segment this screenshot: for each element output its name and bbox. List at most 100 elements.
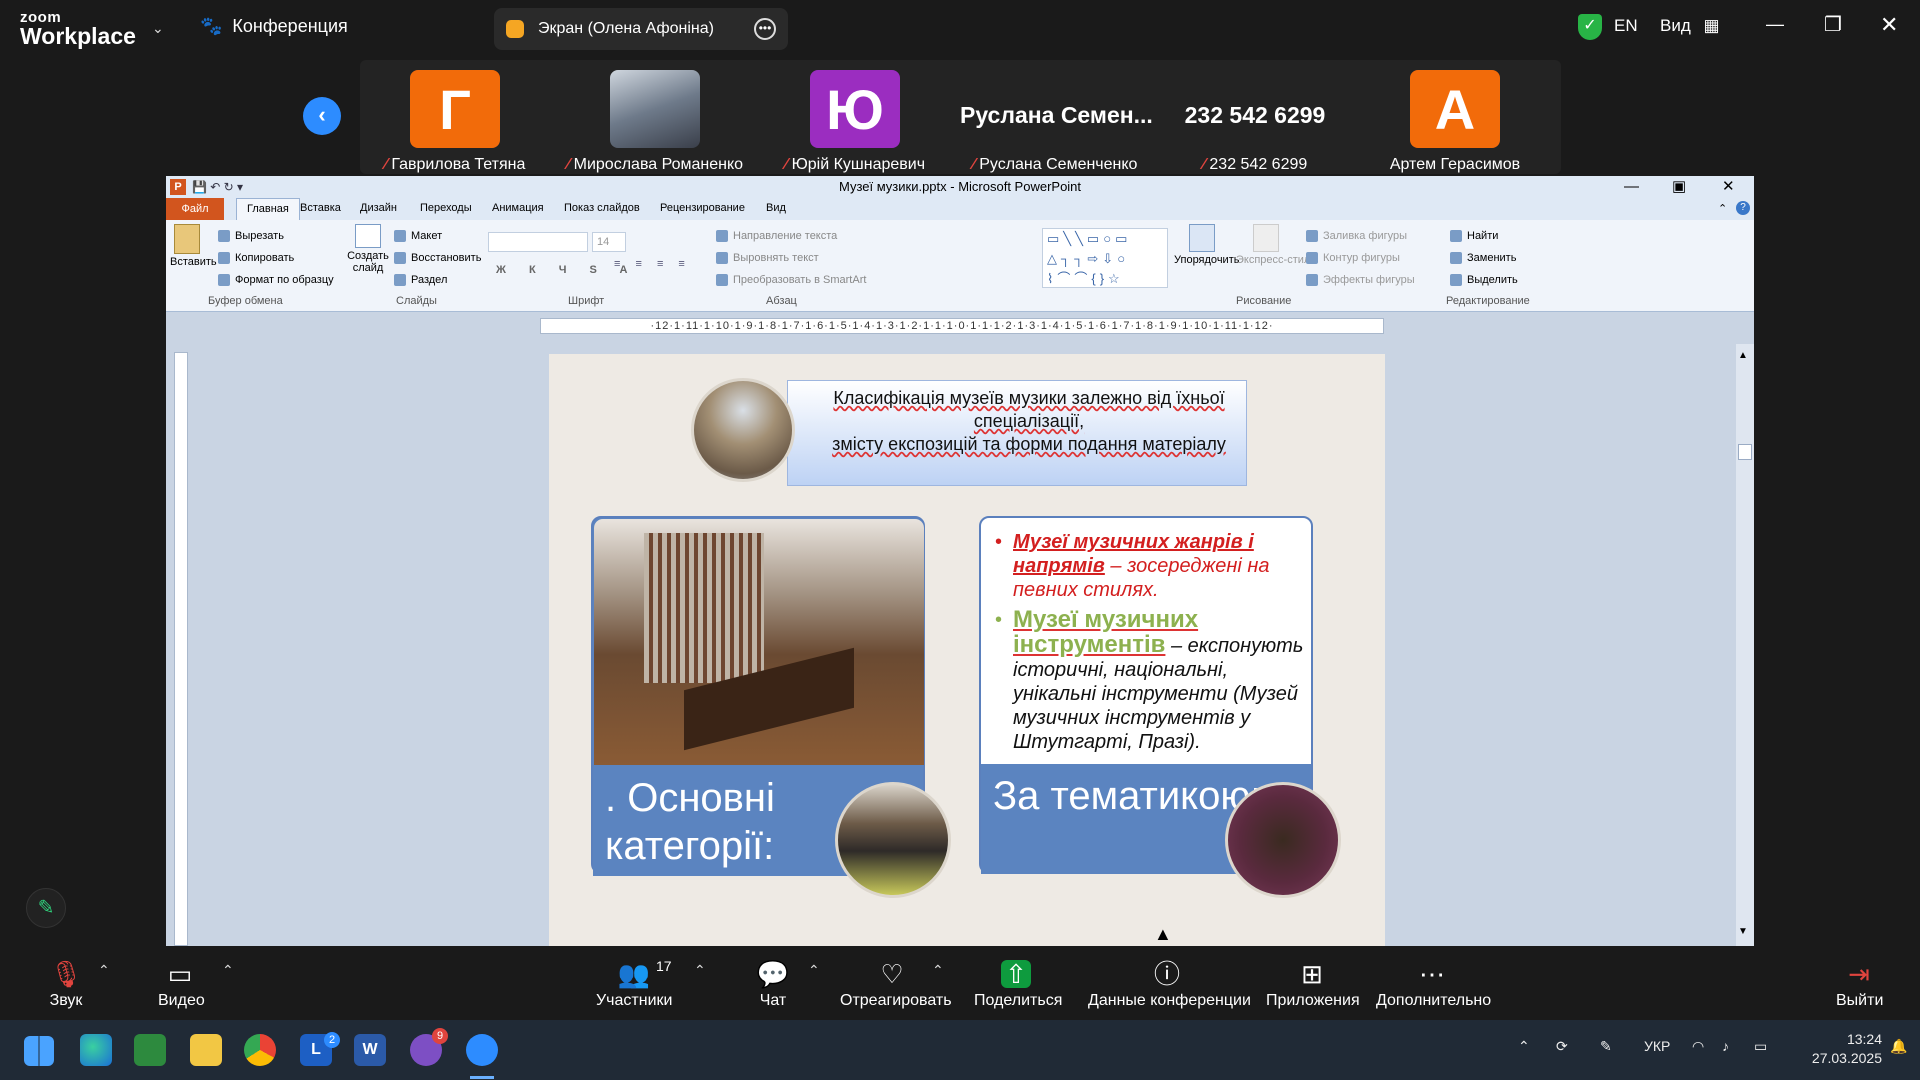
audio-button[interactable]: 🎙 Звук bbox=[44, 960, 88, 1010]
participant-name: Гаврилова Тетяна bbox=[391, 156, 526, 173]
input-language[interactable]: УКР bbox=[1644, 1038, 1670, 1054]
tab-review[interactable]: Рецензирование bbox=[660, 202, 745, 214]
slide-title-box[interactable]: Класифікація музеїв музики залежно від ї… bbox=[787, 380, 1247, 486]
tab-design[interactable]: Дизайн bbox=[360, 202, 397, 214]
binoculars-icon bbox=[1450, 230, 1462, 243]
zoom-app-icon[interactable] bbox=[466, 1034, 498, 1066]
volume-icon[interactable]: ♪ bbox=[1722, 1038, 1729, 1054]
muted-mic-icon: ⁄ bbox=[1202, 156, 1206, 173]
arrange-button[interactable]: Упорядочить bbox=[1174, 224, 1239, 266]
participant-tile[interactable]: Г ⁄ Гаврилова Тетяна bbox=[360, 70, 550, 173]
notifications-icon[interactable]: 🔔 bbox=[1890, 1038, 1907, 1055]
ribbon-collapse-icon[interactable]: ⌃ bbox=[1718, 202, 1727, 215]
annotate-pen-icon[interactable]: ✎ bbox=[26, 888, 66, 928]
tray-overflow-icon[interactable]: ⌃ bbox=[1518, 1038, 1530, 1055]
paste-button[interactable]: Вставить bbox=[170, 224, 217, 268]
ppt-close-icon[interactable]: ✕ bbox=[1722, 176, 1735, 198]
layout-button[interactable]: Макет bbox=[394, 230, 442, 243]
tab-file[interactable]: Файл bbox=[166, 198, 224, 220]
minimize-icon[interactable]: — bbox=[1766, 14, 1784, 35]
replace-label: Заменить bbox=[1467, 252, 1517, 264]
font-name-field[interactable] bbox=[488, 232, 588, 252]
tab-transitions[interactable]: Переходы bbox=[420, 202, 472, 214]
scroll-down-icon[interactable]: ▼ bbox=[1738, 926, 1748, 937]
reset-button[interactable]: Восстановить bbox=[394, 252, 481, 265]
battery-icon[interactable]: ▭ bbox=[1754, 1038, 1767, 1055]
edge-browser-icon[interactable] bbox=[80, 1034, 112, 1066]
wifi-icon[interactable]: ◠ bbox=[1692, 1038, 1704, 1055]
participants-caret-icon[interactable]: ⌃ bbox=[694, 962, 706, 979]
file-explorer-icon[interactable] bbox=[190, 1034, 222, 1066]
audio-options-caret-icon[interactable]: ⌃ bbox=[98, 962, 110, 979]
sync-icon[interactable]: ⟳ bbox=[1556, 1038, 1568, 1055]
participant-tile[interactable]: 232 542 6299 ⁄ 232 542 6299 bbox=[1160, 70, 1350, 173]
format-painter-button[interactable]: Формат по образцу bbox=[218, 274, 334, 287]
react-caret-icon[interactable]: ⌃ bbox=[932, 962, 944, 979]
video-options-caret-icon[interactable]: ⌃ bbox=[222, 962, 234, 979]
paste-label: Вставить bbox=[170, 256, 217, 268]
tab-home[interactable]: Главная bbox=[236, 198, 300, 221]
scroll-up-icon[interactable]: ▲ bbox=[1738, 350, 1748, 361]
shield-icon[interactable]: ✓ bbox=[1578, 14, 1602, 40]
scrollbar-thumb[interactable] bbox=[1738, 444, 1752, 460]
shape-outline-button[interactable]: Контур фигуры bbox=[1306, 252, 1400, 265]
paragraph-align-buttons[interactable]: ≡ ≡ ≡ ≡ bbox=[614, 258, 691, 270]
meeting-info-button[interactable]: ⓘ Данные конференции bbox=[1088, 960, 1251, 1010]
participant-tile[interactable]: Ю ⁄ Юрій Кушнаревич bbox=[760, 70, 950, 173]
new-slide-button[interactable]: Создать слайд bbox=[346, 224, 390, 274]
tab-animation[interactable]: Анимация bbox=[492, 202, 544, 214]
participant-tile[interactable]: Руслана Семен... ⁄ Руслана Семенченко bbox=[960, 70, 1153, 173]
shape-fill-button[interactable]: Заливка фигуры bbox=[1306, 230, 1407, 243]
select-button[interactable]: Выделить bbox=[1450, 274, 1518, 287]
photo-app-icon[interactable] bbox=[134, 1034, 166, 1066]
share-button[interactable]: ⇧ Поделиться bbox=[974, 960, 1062, 1010]
video-button[interactable]: ▭ Видео bbox=[158, 960, 205, 1010]
chevron-down-icon[interactable]: ⌄ bbox=[152, 20, 164, 37]
paste-icon bbox=[174, 224, 200, 254]
pen-tray-icon[interactable]: ✎ bbox=[1600, 1038, 1612, 1055]
windows-start-icon[interactable] bbox=[24, 1036, 54, 1066]
section-button[interactable]: Раздел bbox=[394, 274, 447, 287]
copy-button[interactable]: Копировать bbox=[218, 252, 294, 265]
shape-effects-button[interactable]: Эффекты фигуры bbox=[1306, 274, 1415, 287]
participant-tile[interactable]: ⁄ Мирослава Романенко bbox=[560, 70, 750, 173]
smartart-button[interactable]: Преобразовать в SmartArt bbox=[716, 274, 866, 287]
chat-button[interactable]: 💬 Чат bbox=[756, 960, 790, 1010]
cut-button[interactable]: Вырезать bbox=[218, 230, 284, 243]
quick-access-icons[interactable]: 💾 ↶ ↻ ▾ bbox=[192, 176, 243, 198]
tab-view[interactable]: Вид bbox=[766, 202, 786, 214]
language-indicator[interactable]: EN bbox=[1614, 16, 1638, 36]
previous-page-button[interactable]: ‹ bbox=[303, 97, 341, 135]
word-icon[interactable]: W bbox=[354, 1034, 386, 1066]
quick-styles-button[interactable]: Экспресс-стили bbox=[1236, 224, 1316, 266]
view-button[interactable]: Вид ▦ bbox=[1660, 16, 1720, 36]
viber-badge: 9 bbox=[432, 1028, 448, 1044]
meeting-menu[interactable]: 🐾 Конференция bbox=[200, 16, 348, 37]
ppt-restore-icon[interactable]: ▣ bbox=[1672, 176, 1686, 198]
chrome-browser-icon[interactable] bbox=[244, 1034, 276, 1066]
slide-canvas[interactable]: Класифікація музеїв музики залежно від ї… bbox=[549, 354, 1385, 946]
screen-share-pill[interactable]: Экран (Олена Афоніна) ••• bbox=[494, 8, 788, 50]
help-icon[interactable]: ? bbox=[1736, 201, 1750, 215]
apps-button[interactable]: ⊞ Приложения bbox=[1266, 960, 1360, 1010]
quick-styles-label: Экспресс-стили bbox=[1236, 254, 1317, 266]
leave-button[interactable]: ⇥ Выйти bbox=[1836, 960, 1883, 1010]
tab-insert[interactable]: Вставка bbox=[300, 202, 341, 214]
restore-icon[interactable]: ❐ bbox=[1824, 12, 1842, 37]
vertical-scrollbar[interactable]: ▲ ▼ bbox=[1736, 344, 1754, 946]
ppt-minimize-icon[interactable]: — bbox=[1624, 176, 1639, 198]
react-button[interactable]: ♡ Отреагировать bbox=[840, 960, 952, 1010]
font-size-field[interactable]: 14 bbox=[592, 232, 626, 252]
chat-caret-icon[interactable]: ⌃ bbox=[808, 962, 820, 979]
shapes-gallery[interactable]: ▭╲╲▭○▭ △┐┐⇨⇩○ ⌇⌒⌒{}☆ bbox=[1042, 228, 1168, 288]
find-button[interactable]: Найти bbox=[1450, 230, 1498, 243]
more-button[interactable]: ⋯ Дополнительно bbox=[1376, 960, 1491, 1010]
replace-button[interactable]: Заменить bbox=[1450, 252, 1517, 265]
more-options-icon[interactable]: ••• bbox=[754, 18, 776, 40]
text-direction-button[interactable]: Направление текста bbox=[716, 230, 837, 243]
clock[interactable]: 13:24 27.03.2025 bbox=[1796, 1030, 1882, 1068]
tab-slideshow[interactable]: Показ слайдов bbox=[564, 202, 640, 214]
align-text-button[interactable]: Выровнять текст bbox=[716, 252, 819, 265]
participant-tile[interactable]: А Артем Герасимов bbox=[1360, 70, 1550, 173]
close-icon[interactable]: ✕ bbox=[1880, 12, 1898, 38]
